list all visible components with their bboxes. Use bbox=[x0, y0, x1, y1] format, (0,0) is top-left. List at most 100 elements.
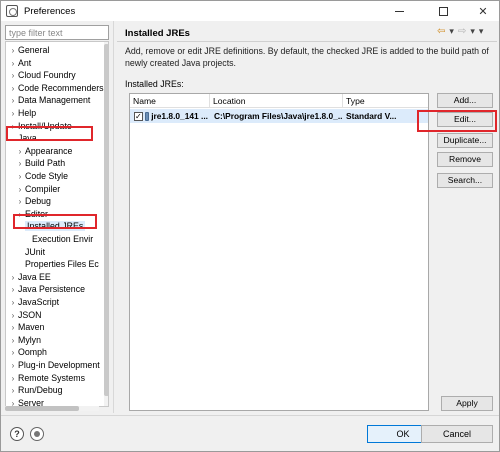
jre-location-cell: C:\Program Files\Java\jre1.8.0_... bbox=[214, 111, 342, 121]
preferences-app-icon bbox=[6, 5, 18, 17]
tree-item-label: Properties Files Ec bbox=[25, 259, 99, 270]
tree-item-label: Oomph bbox=[18, 347, 47, 358]
tree-item[interactable]: › Code Recommenders bbox=[8, 82, 104, 95]
tree-horizontal-scrollbar[interactable] bbox=[5, 406, 99, 411]
panel-divider[interactable] bbox=[113, 21, 114, 413]
tree-item[interactable]: › Ant bbox=[8, 57, 32, 71]
tree-item-label: Java EE bbox=[18, 271, 51, 282]
record-macro-icon[interactable] bbox=[30, 427, 44, 441]
preferences-window: Preferences ✕ ›Server›Run/Debug›Remote S… bbox=[0, 0, 500, 452]
title-bar: Preferences ✕ bbox=[1, 1, 499, 21]
tree-item[interactable]: › Remote Systems bbox=[8, 372, 85, 385]
tree-item[interactable]: › Help bbox=[8, 107, 36, 120]
maximize-button[interactable] bbox=[429, 1, 457, 21]
close-icon: ✕ bbox=[478, 5, 488, 18]
chevron-right-icon[interactable]: › bbox=[15, 158, 25, 171]
tree-scroll-thumb[interactable] bbox=[104, 44, 108, 396]
tree-item[interactable]: › Compiler bbox=[15, 183, 61, 197]
tree-item[interactable]: › Maven bbox=[8, 321, 45, 335]
chevron-right-icon[interactable]: › bbox=[8, 322, 18, 335]
column-header-name[interactable]: Name bbox=[130, 94, 210, 108]
column-header-location[interactable]: Location bbox=[210, 94, 343, 108]
tree-item[interactable]: JUnit bbox=[15, 246, 45, 259]
tree-item-label: Plug-in Development bbox=[18, 360, 100, 370]
back-arrow-icon[interactable]: ⇦ bbox=[437, 26, 445, 37]
tree-item-label: Appearance bbox=[25, 145, 73, 156]
tree-item[interactable]: › Code Style bbox=[15, 170, 68, 183]
back-menu-icon[interactable]: ▾ bbox=[449, 26, 454, 37]
installed-jres-label: Installed JREs: bbox=[125, 79, 184, 89]
chevron-right-icon[interactable]: › bbox=[15, 146, 25, 159]
page-description: Add, remove or edit JRE definitions. By … bbox=[125, 46, 489, 68]
search-button[interactable]: Search... bbox=[437, 173, 493, 188]
tree-item[interactable]: › Oomph bbox=[8, 346, 47, 359]
tree-item[interactable]: › Run/Debug bbox=[8, 384, 63, 397]
add-button[interactable]: Add... bbox=[437, 93, 493, 108]
chevron-right-icon[interactable]: › bbox=[8, 297, 18, 310]
tree-item[interactable]: › Java EE bbox=[8, 271, 51, 284]
tree-item[interactable]: › Build Path bbox=[15, 157, 65, 170]
view-menu-icon[interactable]: ▾ bbox=[479, 26, 484, 37]
default-jre-checkbox[interactable]: ✓ bbox=[134, 111, 143, 121]
tree-item[interactable]: › Appearance bbox=[15, 145, 73, 159]
page-navigation: ⇦ ▾ ⇨ ▾ ▾ bbox=[437, 26, 483, 37]
column-header-type[interactable]: Type bbox=[343, 94, 428, 108]
tree-item-label: Cloud Foundry bbox=[18, 70, 76, 81]
chevron-right-icon[interactable]: › bbox=[8, 83, 18, 96]
tree-item[interactable]: › JavaScript bbox=[8, 296, 59, 309]
java-highlight-box bbox=[6, 126, 93, 141]
tree-item[interactable]: › Java Persistence bbox=[8, 283, 85, 296]
chevron-right-icon[interactable]: › bbox=[15, 184, 25, 197]
tree-hscroll-thumb[interactable] bbox=[5, 406, 79, 411]
tree-item[interactable]: › JSON bbox=[8, 309, 42, 323]
tree-item[interactable]: › Debug bbox=[15, 195, 51, 208]
chevron-right-icon[interactable]: › bbox=[8, 58, 18, 71]
tree-item[interactable]: Properties Files Ec bbox=[15, 258, 99, 271]
apply-button[interactable]: Apply bbox=[441, 396, 493, 411]
footer-divider bbox=[1, 415, 499, 416]
tree-item[interactable]: › Plug-in Development bbox=[8, 359, 100, 372]
forward-menu-icon[interactable]: ▾ bbox=[470, 26, 475, 37]
chevron-right-icon[interactable]: › bbox=[8, 284, 18, 297]
chevron-right-icon[interactable]: › bbox=[8, 45, 18, 58]
tree-item[interactable]: › Data Management bbox=[8, 94, 91, 108]
tree-vertical-scrollbar[interactable] bbox=[104, 42, 108, 406]
edit-highlight-box bbox=[417, 110, 497, 132]
table-header: Name Location Type bbox=[130, 94, 428, 108]
filter-input[interactable] bbox=[5, 25, 109, 40]
minimize-button[interactable] bbox=[385, 1, 413, 21]
chevron-right-icon[interactable]: › bbox=[8, 385, 18, 398]
tree-item-label: Mylyn bbox=[18, 334, 41, 345]
chevron-right-icon[interactable]: › bbox=[8, 347, 18, 360]
tree-item-label: Execution Envir bbox=[32, 234, 94, 244]
tree-item[interactable]: › Mylyn bbox=[8, 334, 41, 347]
duplicate-button[interactable]: Duplicate... bbox=[437, 133, 493, 148]
cancel-button[interactable]: Cancel bbox=[421, 425, 493, 443]
forward-arrow-icon[interactable]: ⇨ bbox=[458, 26, 466, 37]
tree-item-label: JUnit bbox=[25, 246, 46, 257]
chevron-right-icon[interactable]: › bbox=[8, 310, 18, 323]
chevron-right-icon[interactable]: › bbox=[15, 196, 25, 209]
installed-jres-table[interactable]: Name Location Type ✓ jre1.8.0_141 ... C:… bbox=[129, 93, 429, 411]
close-button[interactable]: ✕ bbox=[469, 1, 497, 21]
chevron-right-icon[interactable]: › bbox=[8, 360, 18, 373]
chevron-right-icon[interactable]: › bbox=[8, 272, 18, 285]
tree-item[interactable]: › Cloud Foundry bbox=[8, 69, 76, 82]
help-icon[interactable]: ? bbox=[10, 427, 24, 441]
chevron-right-icon[interactable]: › bbox=[8, 373, 18, 386]
chevron-right-icon[interactable]: › bbox=[8, 95, 18, 108]
tree-item[interactable]: Execution Envir bbox=[22, 233, 93, 246]
chevron-right-icon[interactable]: › bbox=[8, 335, 18, 348]
tree-item-label: JSON bbox=[18, 309, 42, 320]
chevron-right-icon[interactable]: › bbox=[15, 171, 25, 184]
remove-button[interactable]: Remove bbox=[437, 152, 493, 167]
tree-item-label: Data Management bbox=[18, 95, 91, 106]
chevron-right-icon[interactable]: › bbox=[8, 70, 18, 83]
header-divider bbox=[117, 41, 497, 42]
minimize-icon bbox=[394, 10, 404, 12]
tree-item-label: Debug bbox=[25, 196, 51, 207]
installed-jres-highlight-box bbox=[13, 214, 97, 229]
tree-item[interactable]: › General bbox=[8, 44, 50, 58]
chevron-right-icon[interactable]: › bbox=[8, 108, 18, 121]
table-row[interactable]: ✓ jre1.8.0_141 ... C:\Program Files\Java… bbox=[130, 109, 428, 123]
